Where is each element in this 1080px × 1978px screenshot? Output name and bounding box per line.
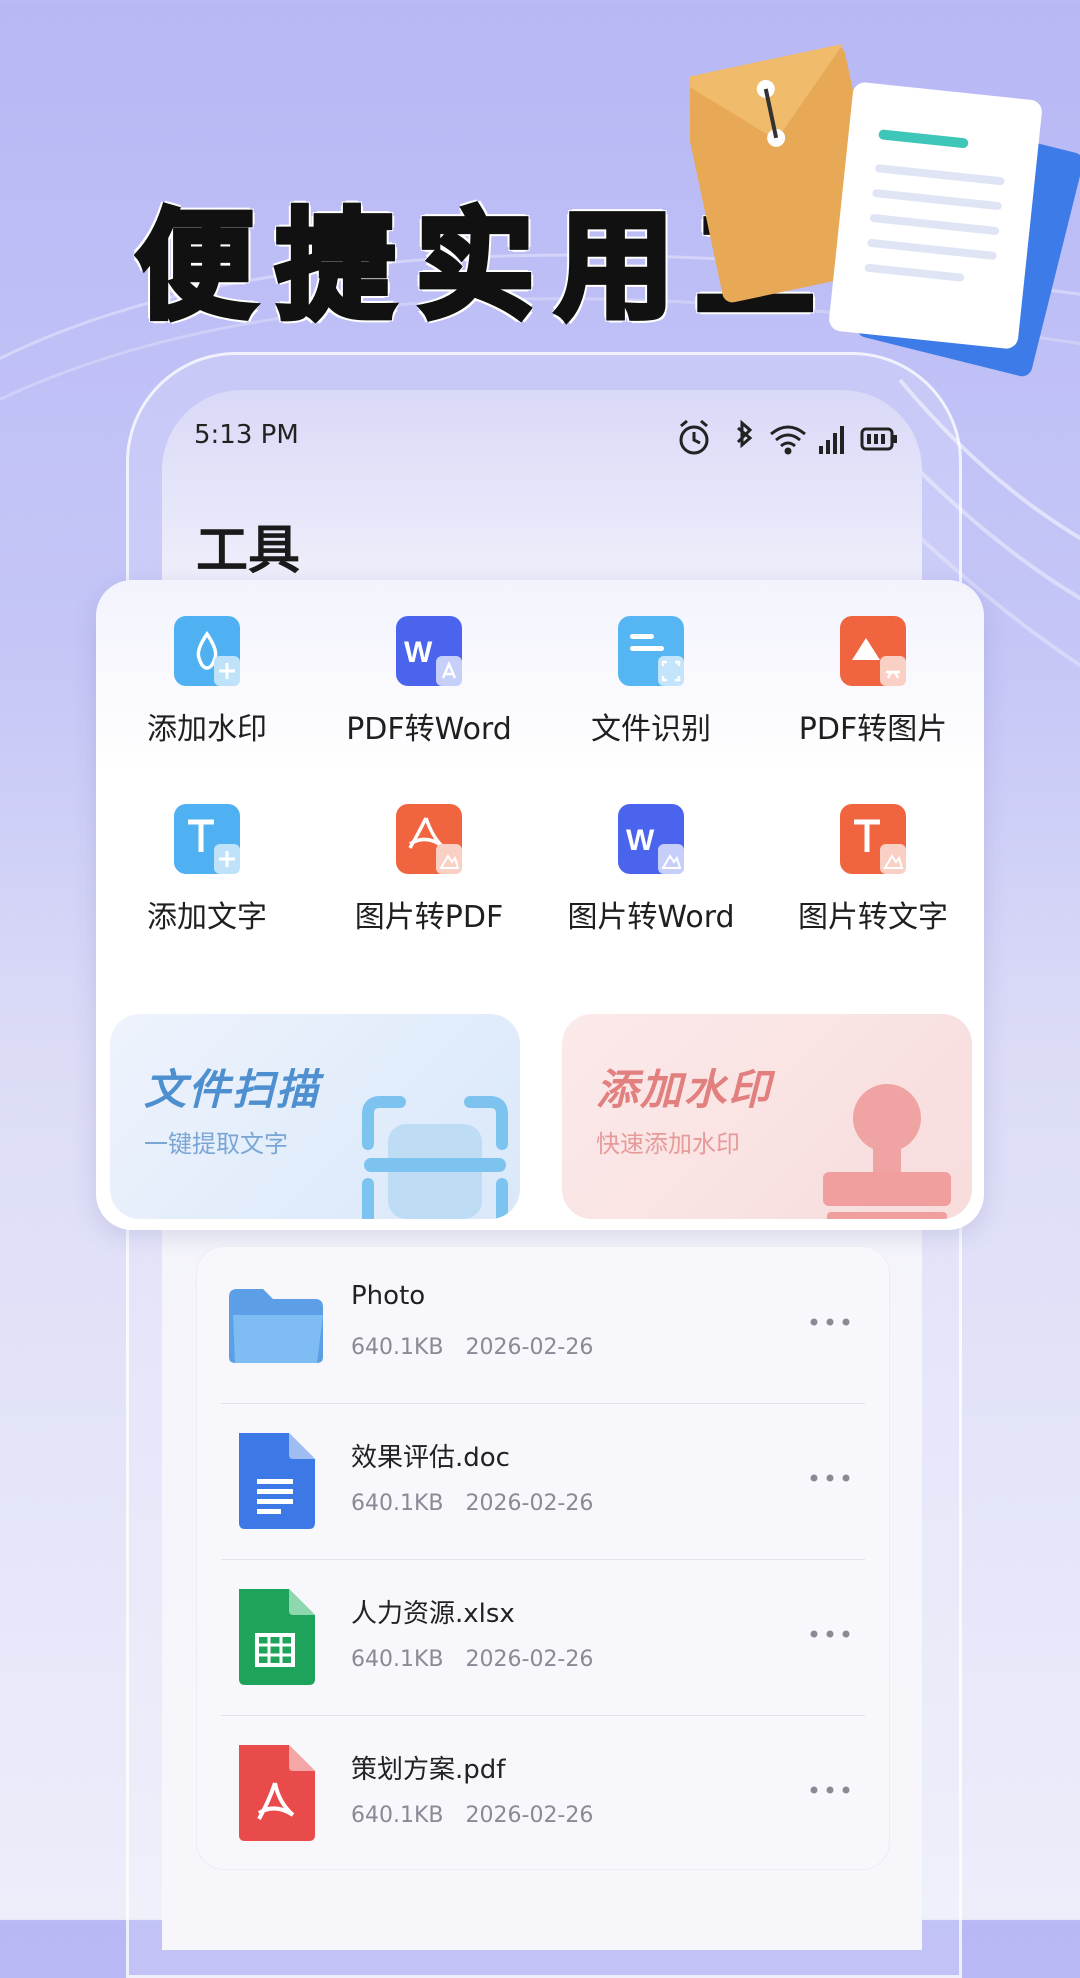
tool-label: 添加文字 [147,900,267,935]
file-meta: 640.1KB 2026-02-26 [351,1491,593,1516]
status-icons [679,419,897,455]
file-name: 人力资源.xlsx [351,1599,515,1629]
file-date: 2026-02-26 [465,1335,594,1360]
file-size: 640.1KB [351,1491,444,1516]
battery-icon [860,427,897,451]
image-to-pdf-icon [396,804,462,874]
page-title: 工具 [196,521,301,581]
watermark-banner-title: 添加水印 [596,1065,773,1114]
file-meta: 640.1KB 2026-02-26 [351,1335,593,1360]
tool-image-to-word[interactable]: W 图片转Word [540,804,762,936]
tools-card: 添加水印 W PDF转Word 文件识别 PDF转图片 添加文字 图片转PDF … [96,580,984,1230]
svg-text:W: W [404,636,433,669]
tool-label: 文件识别 [591,712,711,747]
tool-pdf-to-word[interactable]: W PDF转Word [318,616,540,748]
file-row[interactable]: 人力资源.xlsx 640.1KB 2026-02-26 [221,1559,865,1715]
pdf-to-word-icon: W [396,616,462,686]
tool-image-to-text[interactable]: 图片转文字 [762,804,984,936]
scan-banner-subtitle: 一键提取文字 [144,1130,288,1158]
file-row[interactable]: Photo 640.1KB 2026-02-26 [221,1247,865,1403]
more-icon[interactable] [805,1307,855,1337]
stamp-icon [823,1084,951,1219]
tool-label: 图片转Word [567,900,735,935]
svg-text:W: W [626,824,655,857]
file-row[interactable]: 策划方案.pdf 640.1KB 2026-02-26 [221,1715,865,1871]
tool-file-recognize[interactable]: 文件识别 [540,616,762,748]
watermark-banner-subtitle: 快速添加水印 [596,1130,740,1158]
xlsx-file-icon [239,1589,315,1685]
tool-label: 图片转PDF [354,900,504,935]
image-to-word-icon: W [618,804,684,874]
text-add-icon [174,804,240,874]
file-size: 640.1KB [351,1803,444,1828]
tool-label: PDF转图片 [798,712,948,747]
tool-label: 图片转文字 [798,900,948,935]
pdf-file-icon [239,1745,315,1841]
bluetooth-icon [736,419,753,449]
scan-banner-title: 文件扫描 [144,1065,321,1114]
file-meta: 640.1KB 2026-02-26 [351,1647,593,1672]
watermark-banner[interactable]: 添加水印 快速添加水印 [562,1014,972,1219]
doc-file-icon [239,1433,315,1529]
file-date: 2026-02-26 [465,1647,594,1672]
file-name: 效果评估.doc [351,1443,510,1473]
tool-pdf-to-image[interactable]: PDF转图片 [762,616,984,748]
more-icon[interactable] [805,1463,855,1493]
more-icon[interactable] [805,1619,855,1649]
file-name: 策划方案.pdf [351,1755,506,1785]
file-size: 640.1KB [351,1647,444,1672]
documents-illustration [690,43,1080,377]
scan-icon [362,1096,508,1219]
tool-label: 添加水印 [147,712,267,747]
recent-files-list: Photo 640.1KB 2026-02-26 效果评估.doc 640.1KB… [196,1246,890,1870]
file-date: 2026-02-26 [465,1803,594,1828]
pdf-to-image-icon [840,616,906,686]
folder-icon [229,1289,323,1363]
file-recognize-icon [618,616,684,686]
watermark-add-icon [174,616,240,686]
image-to-text-icon [840,804,906,874]
file-meta: 640.1KB 2026-02-26 [351,1803,593,1828]
file-date: 2026-02-26 [465,1491,594,1516]
status-time: 5:13 PM [194,420,299,450]
file-name: Photo [351,1281,426,1311]
tool-image-to-pdf[interactable]: 图片转PDF [318,804,540,936]
file-row[interactable]: 效果评估.doc 640.1KB 2026-02-26 [221,1403,865,1559]
scan-banner[interactable]: 文件扫描 一键提取文字 [110,1014,520,1219]
tool-label: PDF转Word [346,712,512,747]
more-icon[interactable] [805,1775,855,1805]
file-size: 640.1KB [351,1335,444,1360]
tool-add-watermark[interactable]: 添加水印 [96,616,318,748]
wifi-icon [770,425,806,455]
tool-add-text[interactable]: 添加文字 [96,804,318,936]
alarm-icon [679,419,709,455]
signal-icon [819,426,844,454]
